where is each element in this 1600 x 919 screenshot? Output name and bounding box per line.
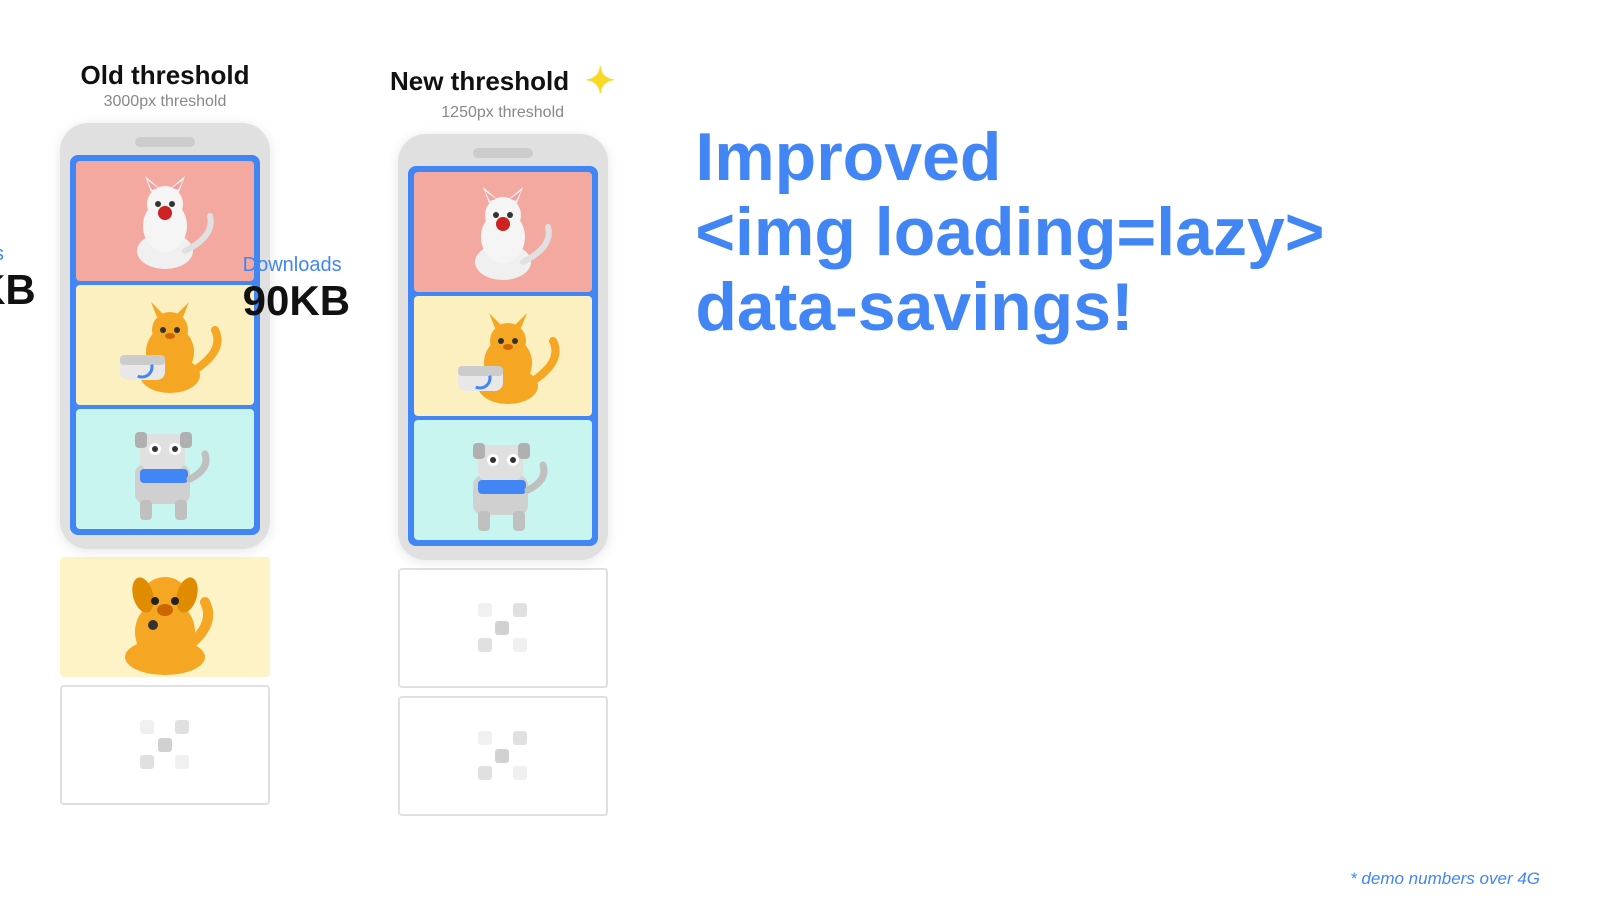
old-robot-dog-tile	[76, 409, 254, 529]
new-orange-cat-tile	[414, 296, 592, 416]
cat-illustration	[105, 166, 225, 276]
old-downloads-size: 160KB	[0, 266, 36, 314]
new-phone-screen	[408, 166, 598, 546]
new-threshold-subtitle: 1250px threshold	[390, 104, 615, 122]
old-yellow-dog-tile	[60, 557, 270, 677]
demo-note: * demo numbers over 4G	[1350, 869, 1540, 889]
old-threshold-title-text: Old threshold	[81, 60, 250, 91]
old-phone-frame	[60, 123, 270, 549]
hero-line3: data-savings!	[695, 269, 1133, 345]
old-threshold-column: Old threshold 3000px threshold Downloads…	[60, 60, 270, 816]
new-threshold-column: New threshold ✦ 1250px threshold Downloa…	[390, 60, 615, 816]
new-phone-frame	[398, 134, 608, 560]
old-threshold-label: Old threshold 3000px threshold	[81, 60, 250, 111]
yellow-dog-illustration	[75, 557, 255, 677]
new-outside-tiles	[398, 568, 608, 816]
robot-dog-illustration	[105, 414, 225, 524]
new-loading-tile-2	[398, 696, 608, 816]
old-phone-screen	[70, 155, 260, 535]
new-threshold-title-text: New threshold	[390, 66, 569, 97]
loading-spinner-new-1	[478, 603, 528, 653]
new-downloads-label: Downloads	[243, 254, 350, 277]
old-downloads-info: Downloads 160KB	[0, 243, 36, 314]
new-downloads-size: 90KB	[243, 277, 350, 325]
old-threshold-subtitle: 3000px threshold	[81, 93, 250, 111]
new-cat-tile	[414, 172, 592, 292]
right-section: Improved <img loading=lazy> data-savings…	[615, 40, 1540, 344]
old-threshold-title: Old threshold	[81, 60, 250, 91]
orange-cat-illustration	[105, 290, 225, 400]
new-threshold-title: New threshold ✦	[390, 60, 615, 102]
new-orange-cat-illustration	[443, 301, 563, 411]
new-phone-notch	[473, 148, 533, 158]
sparkle-icon: ✦	[585, 60, 615, 102]
new-threshold-label: New threshold ✦ 1250px threshold	[390, 60, 615, 122]
loading-spinner-new-2	[478, 731, 528, 781]
new-loading-tile-1	[398, 568, 608, 688]
new-robot-dog-tile	[414, 420, 592, 540]
hero-line1: Improved	[695, 119, 1001, 195]
phone-notch	[135, 137, 195, 147]
hero-text: Improved <img loading=lazy> data-savings…	[695, 120, 1540, 344]
loading-spinner-old	[140, 720, 190, 770]
old-orange-cat-tile	[76, 285, 254, 405]
comparison-section: Old threshold 3000px threshold Downloads…	[60, 60, 615, 816]
old-downloads-label: Downloads	[0, 243, 36, 266]
new-robot-dog-illustration	[443, 425, 563, 535]
new-downloads-info: Downloads 90KB	[243, 254, 350, 325]
new-cat-illustration	[443, 177, 563, 287]
main-container: Old threshold 3000px threshold Downloads…	[0, 0, 1600, 919]
old-outside-tiles	[60, 557, 270, 805]
hero-line2: <img loading=lazy>	[695, 194, 1324, 270]
old-loading-tile	[60, 685, 270, 805]
old-cat-tile	[76, 161, 254, 281]
